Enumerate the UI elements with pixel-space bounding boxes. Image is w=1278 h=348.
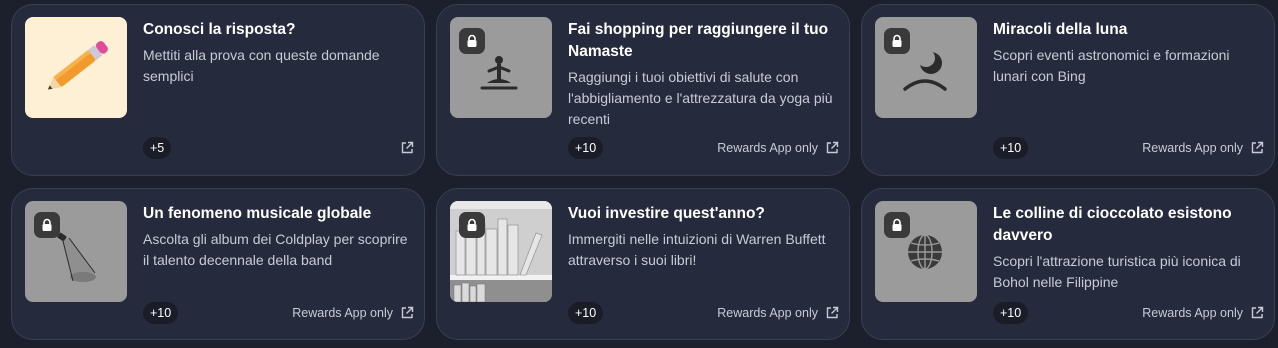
rewards-app-only-label: Rewards App only (717, 306, 818, 320)
card-title: Miracoli della luna (993, 21, 1128, 38)
rewards-app-only-label: Rewards App only (1142, 141, 1243, 155)
card-thumbnail (450, 201, 552, 302)
points-badge: +10 (568, 302, 604, 324)
external-link-icon[interactable] (825, 306, 839, 320)
rewards-app-only-label: Rewards App only (717, 141, 818, 155)
card-title: Le colline di cioccolato esistono davver… (993, 205, 1232, 244)
card-title: Conosci la risposta? (143, 21, 296, 38)
card-title: Vuoi investire quest'anno? (568, 205, 765, 222)
external-link-icon[interactable] (400, 306, 414, 320)
external-link-icon[interactable] (825, 141, 839, 155)
card-thumbnail (450, 17, 552, 118)
card-thumbnail (25, 201, 127, 302)
card-title: Fai shopping per raggiungere il tuo Nama… (568, 21, 829, 60)
card-description: Raggiungi i tuoi obiettivi di salute con… (568, 69, 833, 127)
activity-card[interactable]: Conosci la risposta? Mettiti alla prova … (11, 4, 425, 176)
external-link-icon[interactable] (400, 141, 414, 155)
activity-card[interactable]: Fai shopping per raggiungere il tuo Nama… (436, 4, 850, 176)
card-thumbnail (875, 17, 977, 118)
pencil-icon (47, 41, 108, 90)
card-description: Scopri l'attrazione turistica più iconic… (993, 253, 1241, 290)
points-badge: +10 (993, 137, 1029, 159)
rewards-app-only-label: Rewards App only (1142, 306, 1243, 320)
card-description: Ascolta gli album dei Coldplay per scopr… (143, 231, 408, 268)
activity-card[interactable]: Vuoi investire quest'anno? Immergiti nel… (436, 188, 850, 340)
moon-icon (903, 49, 947, 91)
card-description: Scopri eventi astronomici e formazioni l… (993, 47, 1230, 84)
card-description: Immergiti nelle intuizioni di Warren Buf… (568, 231, 826, 268)
points-badge: +10 (143, 302, 179, 324)
points-badge: +5 (143, 137, 172, 159)
activity-card[interactable]: Le colline di cioccolato esistono davver… (861, 188, 1275, 340)
activity-card[interactable]: Un fenomeno musicale globale Ascolta gli… (11, 188, 425, 340)
yoga-icon (480, 56, 518, 90)
card-title: Un fenomeno musicale globale (143, 205, 372, 222)
external-link-icon[interactable] (1250, 306, 1264, 320)
globe-icon (908, 234, 942, 270)
points-badge: +10 (993, 302, 1029, 324)
card-thumbnail (875, 201, 977, 302)
rewards-app-only-label: Rewards App only (292, 306, 393, 320)
external-link-icon[interactable] (1250, 141, 1264, 155)
activity-card[interactable]: Miracoli della luna Scopri eventi astron… (861, 4, 1275, 176)
card-description: Mettiti alla prova con queste domande se… (143, 47, 380, 84)
card-thumbnail (25, 17, 127, 118)
spotlight-icon (57, 232, 96, 282)
lock-icon (459, 212, 485, 238)
points-badge: +10 (568, 137, 604, 159)
